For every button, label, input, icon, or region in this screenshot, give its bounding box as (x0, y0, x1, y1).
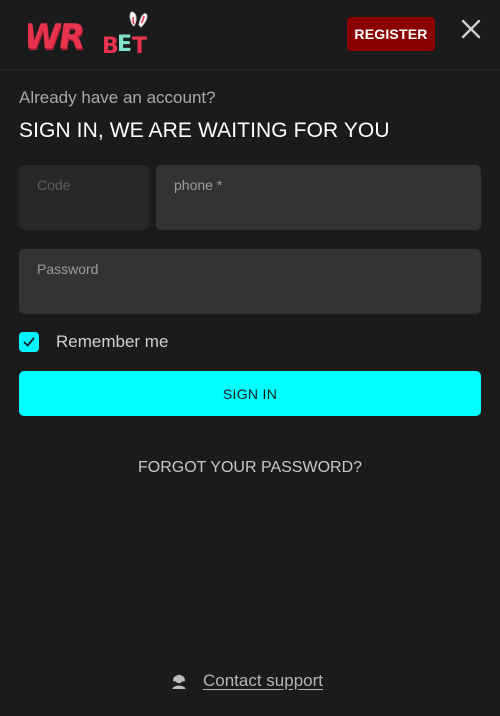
forgot-password-link[interactable]: FORGOT YOUR PASSWORD? (0, 459, 500, 477)
country-code-field[interactable]: Code (19, 165, 149, 230)
remember-me-checkbox[interactable] (19, 332, 39, 352)
svg-text:T: T (132, 34, 147, 58)
sign-in-button[interactable]: SIGN IN (19, 371, 481, 416)
phone-input[interactable] (156, 165, 481, 230)
svg-text:E: E (117, 32, 131, 57)
svg-text:WR: WR (28, 17, 87, 57)
phone-field[interactable]: phone * (156, 165, 481, 230)
remember-me-label: Remember me (56, 332, 169, 351)
checkmark-icon (23, 337, 35, 347)
login-title: SIGN IN, WE ARE WAITING FOR YOU (19, 119, 390, 142)
close-icon[interactable] (458, 16, 484, 42)
password-input[interactable] (19, 249, 481, 314)
wrbet-logo[interactable]: WR WR B E T (28, 10, 152, 58)
svg-text:B: B (102, 34, 118, 58)
country-code-input[interactable] (19, 165, 149, 230)
login-subtitle: Already have an account? (19, 88, 216, 107)
contact-support-link[interactable]: Contact support (170, 670, 323, 692)
header: WR WR B E T REGISTER (0, 0, 500, 70)
remember-me-toggle[interactable]: Remember me (19, 331, 168, 353)
password-field[interactable]: Password (19, 249, 481, 314)
contact-support-label: Contact support (203, 671, 324, 690)
register-button[interactable]: REGISTER (347, 17, 435, 51)
support-agent-icon (172, 674, 186, 689)
